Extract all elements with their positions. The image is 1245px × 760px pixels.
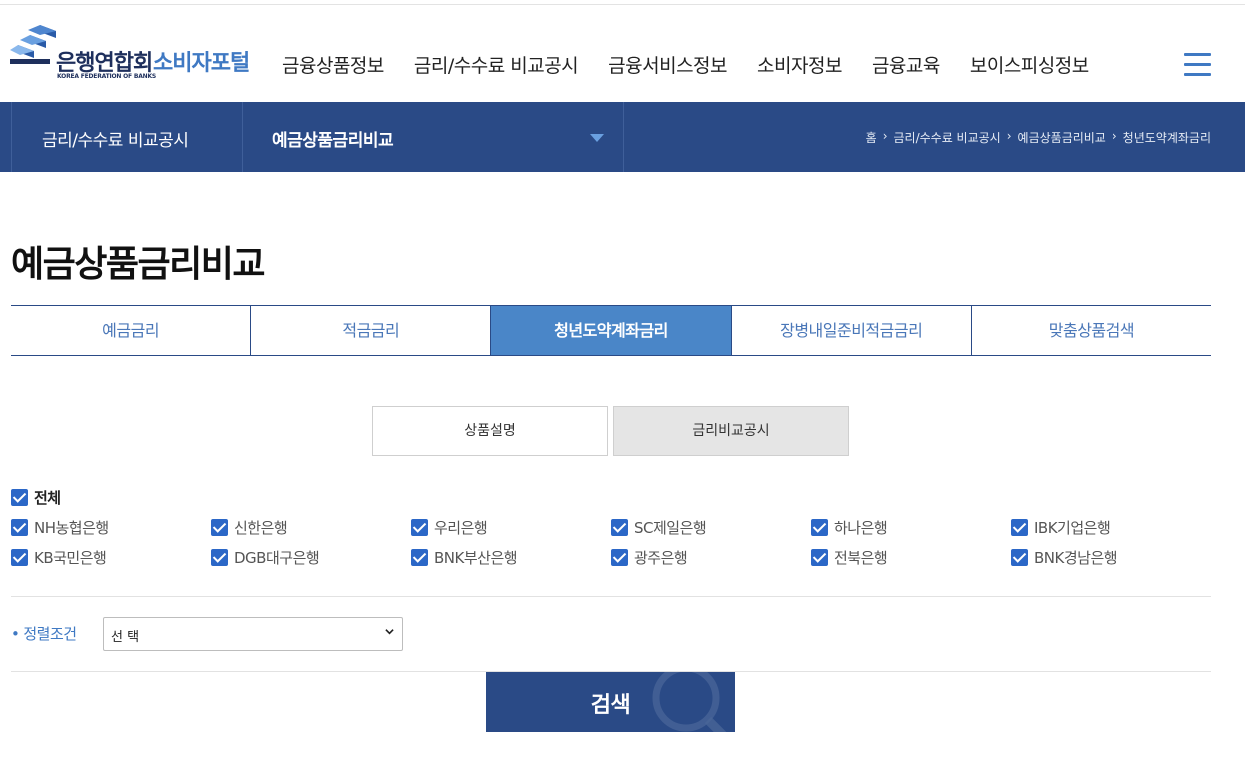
rate-comparison-button[interactable]: 금리비교공시 xyxy=(613,406,849,456)
sub-nav-bar: 금리/수수료 비교공시 예금상품금리비교 홈 › 금리/수수료 비교공시 › 예… xyxy=(0,102,1245,172)
checkbox-label: BNK경남은행 xyxy=(1034,549,1118,567)
nav-item-voice-phishing[interactable]: 보이스피싱정보 xyxy=(970,51,1089,81)
checkbox-bank[interactable]: BNK부산은행 xyxy=(411,547,518,568)
checkbox-bank[interactable]: 우리은행 xyxy=(411,517,488,538)
checkbox-label: IBK기업은행 xyxy=(1034,519,1111,537)
tab-youth-leap-account[interactable]: 청년도약계좌금리 xyxy=(490,306,731,355)
subnav-divider xyxy=(11,102,12,172)
checkbox-checked-icon[interactable] xyxy=(211,519,228,536)
checkbox-checked-icon[interactable] xyxy=(11,549,28,566)
checkbox-bank[interactable]: NH농협은행 xyxy=(11,517,109,538)
hamburger-menu-icon[interactable] xyxy=(1184,53,1212,81)
checkbox-bank[interactable]: BNK경남은행 xyxy=(1011,547,1118,568)
breadcrumb-current: 청년도약계좌금리 xyxy=(1122,131,1211,145)
search-button[interactable]: 검색 xyxy=(486,672,735,732)
checkbox-all[interactable]: 전체 xyxy=(11,487,61,508)
checkbox-bank[interactable]: 광주은행 xyxy=(611,547,688,568)
checkbox-label: DGB대구은행 xyxy=(234,549,320,567)
sort-select[interactable]: 선 택 xyxy=(103,617,403,651)
logo-english-text: KOREA FEDERATION OF BANKS xyxy=(57,73,157,80)
search-button-label: 검색 xyxy=(590,693,631,718)
checkbox-checked-icon[interactable] xyxy=(11,519,28,536)
checkbox-checked-icon[interactable] xyxy=(411,519,428,536)
divider xyxy=(11,596,1211,597)
chevron-down-icon xyxy=(385,629,394,635)
checkbox-checked-icon[interactable] xyxy=(11,489,28,506)
checkbox-checked-icon[interactable] xyxy=(1011,519,1028,536)
nav-item-products[interactable]: 금융상품정보 xyxy=(282,51,384,81)
breadcrumb: 홈 › 금리/수수료 비교공시 › 예금상품금리비교 › 청년도약계좌금리 xyxy=(866,129,1211,146)
checkbox-label: NH농협은행 xyxy=(34,519,109,537)
main-nav: 금융상품정보 금리/수수료 비교공시 금융서비스정보 소비자정보 금융교육 보이… xyxy=(282,51,1119,81)
checkbox-bank[interactable]: KB국민은행 xyxy=(11,547,107,568)
subnav-divider xyxy=(242,102,243,172)
checkbox-checked-icon[interactable] xyxy=(611,549,628,566)
chevron-right-icon: › xyxy=(1006,129,1012,143)
tab-savings-rate[interactable]: 적금금리 xyxy=(250,306,490,355)
nav-item-rates-fees[interactable]: 금리/수수료 비교공시 xyxy=(414,51,579,81)
breadcrumb-item[interactable]: 예금상품금리비교 xyxy=(1018,129,1106,146)
checkbox-label: 하나은행 xyxy=(834,519,888,537)
checkbox-label: BNK부산은행 xyxy=(434,549,518,567)
checkbox-bank[interactable]: 하나은행 xyxy=(811,517,888,538)
nav-item-consumer-info[interactable]: 소비자정보 xyxy=(757,51,842,81)
checkbox-label: KB국민은행 xyxy=(34,549,107,567)
subnav-depth1[interactable]: 금리/수수료 비교공시 xyxy=(42,126,189,151)
checkbox-checked-icon[interactable] xyxy=(811,549,828,566)
site-header: 은행연합회 KOREA FEDERATION OF BANKS 소비자포털 금융… xyxy=(0,5,1245,102)
breadcrumb-home[interactable]: 홈 xyxy=(866,129,877,146)
logo-mark-icon xyxy=(10,25,56,64)
breadcrumb-item[interactable]: 금리/수수료 비교공시 xyxy=(894,129,1001,146)
checkbox-bank[interactable]: DGB대구은행 xyxy=(211,547,320,568)
checkbox-checked-icon[interactable] xyxy=(1011,549,1028,566)
site-logo[interactable]: 은행연합회 KOREA FEDERATION OF BANKS 소비자포털 xyxy=(10,23,260,83)
checkbox-checked-icon[interactable] xyxy=(411,549,428,566)
subnav-depth2-select[interactable]: 예금상품금리비교 xyxy=(272,126,394,151)
page-title: 예금상품금리비교 xyxy=(11,244,265,285)
nav-item-services[interactable]: 금융서비스정보 xyxy=(608,51,727,81)
checkbox-label: 광주은행 xyxy=(634,549,688,567)
checkbox-checked-icon[interactable] xyxy=(811,519,828,536)
subnav-divider xyxy=(623,102,624,172)
rate-tabs: 예금금리 적금금리 청년도약계좌금리 장병내일준비적금금리 맞춤상품검색 xyxy=(11,305,1211,356)
portal-name: 소비자포털 xyxy=(153,51,250,76)
checkbox-bank[interactable]: 전북은행 xyxy=(811,547,888,568)
checkbox-label: 신한은행 xyxy=(234,519,288,537)
checkbox-bank[interactable]: IBK기업은행 xyxy=(1011,517,1111,538)
sort-select-value: 선 택 xyxy=(111,630,140,645)
checkbox-bank[interactable]: SC제일은행 xyxy=(611,517,707,538)
checkbox-checked-icon[interactable] xyxy=(611,519,628,536)
sort-label-text: 정렬조건 xyxy=(23,625,77,643)
tab-custom-search[interactable]: 맞춤상품검색 xyxy=(970,306,1211,355)
chevron-right-icon: › xyxy=(1111,129,1117,143)
chevron-down-icon[interactable] xyxy=(590,134,604,142)
chevron-right-icon: › xyxy=(882,129,888,143)
bullet-icon: • xyxy=(11,625,20,643)
checkbox-checked-icon[interactable] xyxy=(211,549,228,566)
checkbox-label: 우리은행 xyxy=(434,519,488,537)
nav-item-education[interactable]: 금융교육 xyxy=(872,51,940,81)
tab-deposit-rate[interactable]: 예금금리 xyxy=(11,306,250,355)
checkbox-label: SC제일은행 xyxy=(634,519,707,537)
sort-label: • 정렬조건 xyxy=(11,623,77,644)
checkbox-label: 전북은행 xyxy=(834,549,888,567)
checkbox-label: 전체 xyxy=(34,489,61,507)
checkbox-bank[interactable]: 신한은행 xyxy=(211,517,288,538)
product-description-button[interactable]: 상품설명 xyxy=(372,406,608,456)
tab-soldier-savings[interactable]: 장병내일준비적금금리 xyxy=(730,306,971,355)
